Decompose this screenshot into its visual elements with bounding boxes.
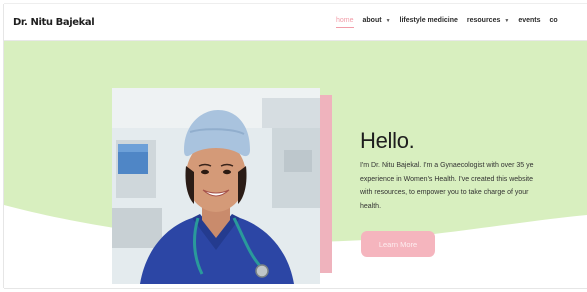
hero-intro-line: with resources, to empower you to take c… — [360, 189, 529, 196]
nav-contact-label: co — [549, 17, 558, 24]
doctor-portrait — [112, 88, 320, 284]
nav-events[interactable]: events — [518, 17, 540, 24]
chevron-down-icon: ▼ — [504, 17, 510, 24]
hero-title: Hello. — [360, 128, 415, 153]
chevron-down-icon: ▼ — [385, 17, 391, 24]
hero-intro-line: health. — [360, 202, 382, 210]
web-page: Dr. Nitu Bajekal home about ▼ lifestyle … — [4, 4, 587, 288]
hero-intro-line: I'm Dr. Nitu Bajekal. I'm a Gynaecologis… — [360, 162, 534, 169]
nav-contact[interactable]: co — [550, 17, 558, 24]
nav-about[interactable]: about ▼ — [363, 17, 391, 24]
learn-more-button[interactable]: Learn More — [361, 231, 435, 257]
nav-resources-label: resources — [466, 17, 501, 24]
hero-intro-line: experience in Women's Health. I've creat… — [360, 175, 533, 183]
site-logo-text[interactable]: Dr. Nitu Bajekal — [13, 17, 95, 28]
main-nav: home about ▼ lifestyle medicine resource… — [336, 17, 567, 28]
nav-home[interactable]: home — [336, 17, 354, 28]
nav-resources[interactable]: resources ▼ — [467, 17, 509, 24]
nav-lifestyle-medicine[interactable]: lifestyle medicine — [400, 17, 458, 24]
nav-about-label: about — [362, 17, 382, 24]
hero-intro-text: I'm Dr. Nitu Bajekal. I'm a Gynaecologis… — [360, 159, 587, 213]
nav-home-label: home — [336, 17, 354, 24]
nav-lifestyle-medicine-label: lifestyle medicine — [399, 17, 458, 24]
nav-events-label: events — [518, 17, 541, 24]
site-header: Dr. Nitu Bajekal home about ▼ lifestyle … — [4, 4, 587, 41]
